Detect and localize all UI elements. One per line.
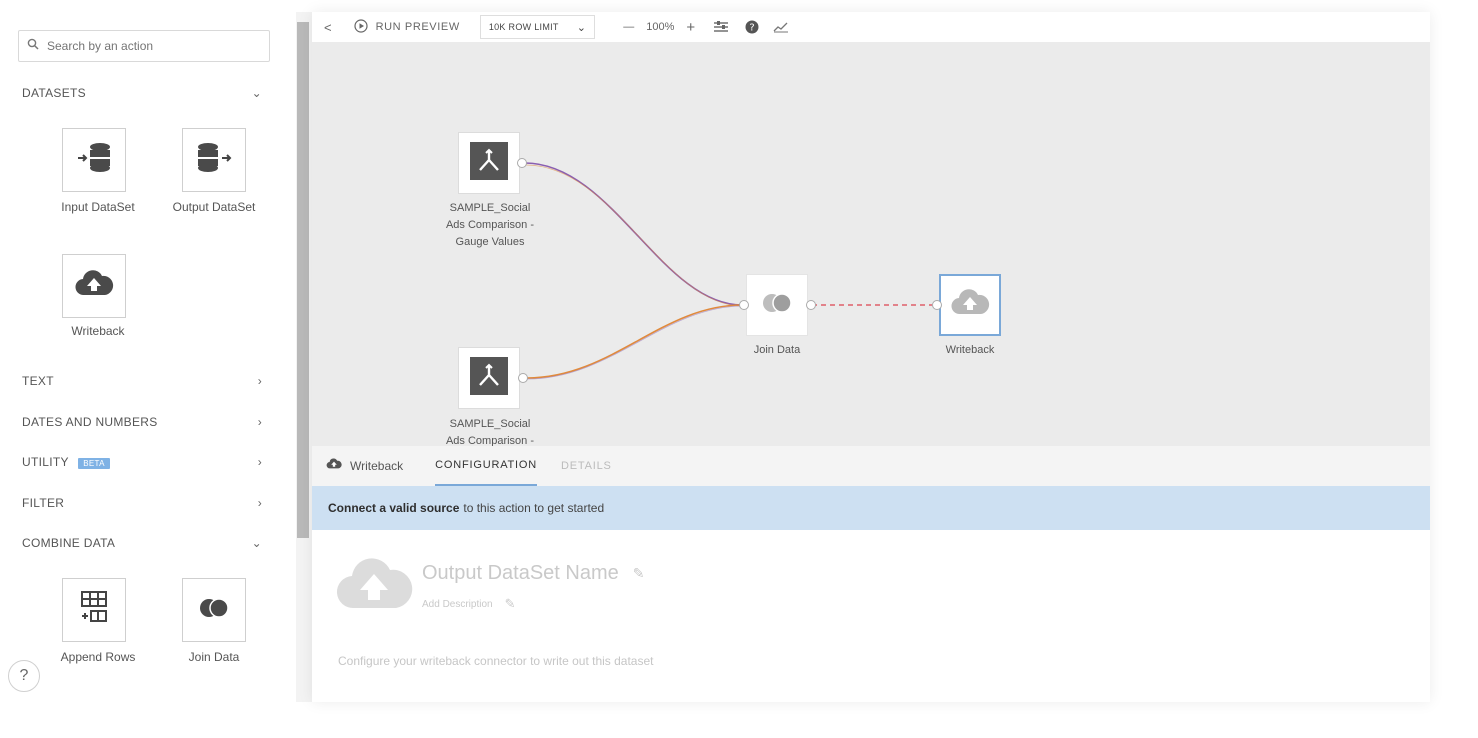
section-combine-data[interactable]: COMBINE DATA ⌄: [22, 532, 272, 554]
tile-output-dataset[interactable]: [182, 128, 246, 192]
cloud-upload-icon: [950, 288, 990, 323]
dataset-node-icon: [470, 141, 508, 185]
help-button[interactable]: ?: [8, 660, 40, 692]
node-input-1-label: SAMPLE_Social Ads Comparison - Gauge Val…: [445, 202, 535, 248]
sidebar: DATASETS ⌄ Input DataSet: [0, 0, 296, 738]
node-writeback[interactable]: [939, 274, 1001, 336]
tile-writeback[interactable]: [62, 254, 126, 318]
output-cloud-icon: [334, 556, 414, 621]
tile-join-data[interactable]: [182, 578, 246, 642]
tab-writeback[interactable]: Writeback: [350, 446, 403, 486]
tile-join-data-label: Join Data: [188, 650, 240, 664]
section-text[interactable]: TEXT ›: [22, 370, 272, 392]
main-area: < RUN PREVIEW 10K ROW LIMIT ⌄ — 100% + ?: [312, 12, 1430, 702]
join-data-icon: [757, 288, 797, 323]
chart-icon[interactable]: [773, 21, 789, 33]
configure-hint: Configure your writeback connector to wr…: [338, 654, 654, 668]
row-limit-value: 10K ROW LIMIT: [488, 22, 559, 32]
chevron-right-icon: ›: [257, 415, 262, 429]
cloud-upload-icon: [326, 457, 342, 475]
section-datasets-label: DATASETS: [22, 86, 86, 100]
play-icon: [353, 18, 368, 36]
cloud-upload-icon: [74, 269, 114, 304]
join-data-icon: [194, 593, 234, 628]
sidebar-scrollbar[interactable]: [296, 12, 312, 702]
output-dataset-icon: [192, 138, 236, 183]
chevron-down-icon: ⌄: [576, 21, 587, 34]
collapse-button[interactable]: <: [324, 20, 332, 35]
run-preview-button[interactable]: RUN PREVIEW: [353, 18, 460, 36]
beta-badge: BETA: [78, 458, 110, 469]
description-row[interactable]: Add Description ✎: [422, 596, 516, 612]
node-join-out-port[interactable]: [806, 300, 816, 310]
node-input-1[interactable]: [458, 132, 520, 194]
output-name-row[interactable]: Output DataSet Name ✎: [422, 562, 645, 585]
output-dataset-name[interactable]: Output DataSet Name: [422, 562, 619, 585]
section-filter-label: FILTER: [22, 496, 65, 510]
node-join-label: Join Data: [753, 344, 801, 356]
run-preview-label: RUN PREVIEW: [375, 21, 460, 33]
edit-pencil-icon[interactable]: ✎: [505, 596, 516, 612]
chevron-right-icon: ›: [257, 374, 262, 388]
config-panel: Writeback CONFIGURATION DETAILS Connect …: [312, 446, 1430, 702]
dataset-node-icon: [470, 356, 508, 400]
source-notice: Connect a valid source to this action to…: [312, 486, 1430, 530]
search-input[interactable]: [45, 38, 245, 54]
tile-append-rows-label: Append Rows: [60, 650, 136, 664]
tile-output-dataset-label: Output DataSet: [172, 200, 256, 214]
tile-input-dataset-label: Input DataSet: [61, 200, 135, 214]
search-icon: [27, 37, 39, 55]
node-input-1-out-port[interactable]: [517, 158, 527, 168]
node-input-2-out-port[interactable]: [518, 373, 528, 383]
chevron-right-icon: ›: [257, 496, 262, 510]
scrollbar-thumb[interactable]: [297, 22, 309, 538]
edit-pencil-icon[interactable]: ✎: [633, 565, 645, 582]
section-text-label: TEXT: [22, 374, 54, 388]
notice-text: to this action to get started: [463, 501, 605, 515]
section-datasets[interactable]: DATASETS ⌄: [22, 82, 272, 104]
row-limit-select[interactable]: 10K ROW LIMIT ⌄: [479, 15, 596, 39]
tab-details[interactable]: DETAILS: [561, 446, 612, 486]
section-utility-label: UTILITY: [22, 455, 69, 469]
chevron-right-icon: ›: [257, 455, 262, 469]
tile-append-rows[interactable]: [62, 578, 126, 642]
zoom-out-button[interactable]: —: [623, 21, 634, 33]
node-input-2-label: SAMPLE_Social Ads Comparison -: [445, 418, 535, 446]
node-join-in-port[interactable]: [739, 300, 749, 310]
panel-tabs: Writeback CONFIGURATION DETAILS: [312, 446, 1430, 486]
append-rows-icon: [74, 588, 114, 633]
node-join-data[interactable]: [746, 274, 808, 336]
svg-text:?: ?: [750, 23, 755, 34]
add-description[interactable]: Add Description: [422, 599, 493, 610]
layout-icon[interactable]: [713, 20, 729, 34]
section-dates-numbers[interactable]: DATES AND NUMBERS ›: [22, 411, 272, 433]
zoom-in-button[interactable]: +: [686, 19, 695, 36]
toolbar: < RUN PREVIEW 10K ROW LIMIT ⌄ — 100% + ?: [312, 12, 1430, 42]
input-dataset-icon: [72, 138, 116, 183]
notice-bold-text: Connect a valid source: [328, 501, 460, 515]
section-combine-data-label: COMBINE DATA: [22, 536, 116, 550]
search-box[interactable]: [18, 30, 270, 62]
tile-writeback-label: Writeback: [71, 324, 125, 338]
tile-input-dataset[interactable]: [62, 128, 126, 192]
section-filter[interactable]: FILTER ›: [22, 492, 272, 514]
zoom-level: 100%: [646, 21, 675, 33]
flow-canvas[interactable]: SAMPLE_Social Ads Comparison - Gauge Val…: [312, 42, 1430, 446]
section-dates-numbers-label: DATES AND NUMBERS: [22, 415, 158, 429]
node-writeback-in-port[interactable]: [932, 300, 942, 310]
chevron-down-icon: ⌄: [251, 86, 262, 100]
node-writeback-label: Writeback: [945, 344, 995, 356]
help-circle-icon[interactable]: ?: [745, 20, 759, 34]
section-utility[interactable]: UTILITY BETA ›: [22, 451, 272, 473]
node-input-2[interactable]: [458, 347, 520, 409]
tab-configuration[interactable]: CONFIGURATION: [435, 446, 537, 486]
chevron-down-icon: ⌄: [251, 536, 262, 550]
